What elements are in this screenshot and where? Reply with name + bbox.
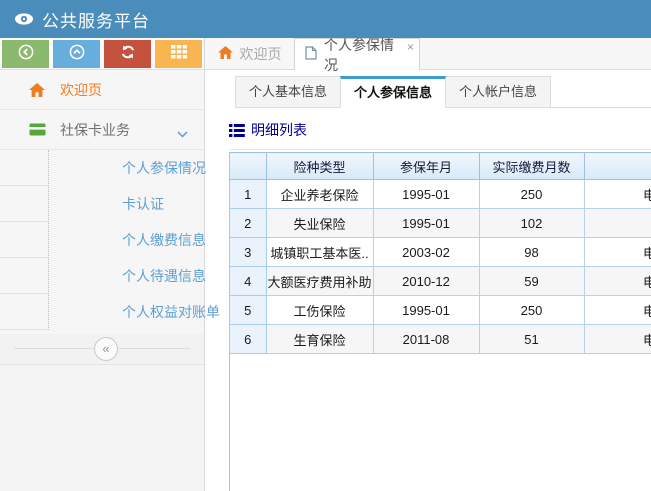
sidebar-item-insurance-status[interactable]: 个人参保情况 bbox=[0, 150, 204, 186]
insurance-table: 险种类型 参保年月 实际缴费月数 1 企业养老保险 1995-01 250 电 bbox=[230, 152, 651, 354]
card-icon bbox=[28, 123, 46, 136]
table-cell[interactable]: 1995-01 bbox=[373, 296, 479, 325]
top-tab-bar: 欢迎页 个人参保情况 × bbox=[205, 38, 651, 70]
chevron-down-icon bbox=[177, 125, 188, 141]
refresh-icon bbox=[120, 44, 136, 63]
table-cell[interactable]: 电 bbox=[584, 180, 651, 209]
table-row[interactable]: 1 企业养老保险 1995-01 250 电 bbox=[230, 180, 651, 209]
table-row[interactable]: 3 城镇职工基本医.. 2003-02 98 电 bbox=[230, 238, 651, 267]
table-cell[interactable]: 电 bbox=[584, 296, 651, 325]
detail-tab-bar: 个人基本信息 个人参保信息 个人帐户信息 bbox=[235, 75, 651, 108]
refresh-button[interactable] bbox=[104, 40, 151, 68]
table-cell[interactable]: 250 bbox=[479, 296, 584, 325]
home-icon bbox=[218, 46, 233, 62]
tab-label: 欢迎页 bbox=[240, 44, 282, 64]
home-icon bbox=[28, 83, 46, 97]
row-number-cell[interactable]: 2 bbox=[230, 209, 266, 238]
header-row-number bbox=[230, 153, 266, 180]
sidebar-collapse-button[interactable]: « bbox=[94, 337, 118, 361]
table-cell[interactable]: 102 bbox=[479, 209, 584, 238]
sidebar-toolbar bbox=[0, 38, 204, 70]
collapse-up-button[interactable] bbox=[53, 40, 100, 68]
sidebar-item-welcome[interactable]: 欢迎页 bbox=[0, 70, 204, 110]
sidebar-filler bbox=[0, 365, 204, 491]
tab-basic-info[interactable]: 个人基本信息 bbox=[235, 76, 341, 108]
sidebar: 欢迎页 社保卡业务 个人参保情况 卡认证 个人缴费信息 个人待遇信息 个人权益对… bbox=[0, 38, 205, 491]
tab-insurance-info[interactable]: 个人参保信息 bbox=[340, 76, 446, 108]
sidebar-item-card-auth[interactable]: 卡认证 bbox=[0, 186, 204, 222]
table-cell[interactable]: 59 bbox=[479, 267, 584, 296]
app-header: 公共服务平台 bbox=[0, 0, 651, 38]
tab-label: 个人参保信息 bbox=[354, 85, 432, 100]
table-cell[interactable]: 电 bbox=[584, 267, 651, 296]
eye-icon bbox=[14, 12, 34, 26]
row-number-cell[interactable]: 3 bbox=[230, 238, 266, 267]
sidebar-group-label: 社保卡业务 bbox=[60, 120, 130, 140]
tab-label: 个人帐户信息 bbox=[459, 84, 537, 99]
tab-label: 个人参保情况 bbox=[324, 38, 399, 75]
table-cell[interactable]: 1995-01 bbox=[373, 209, 479, 238]
table-cell[interactable]: 1995-01 bbox=[373, 180, 479, 209]
content-area: 欢迎页 个人参保情况 × 个人基本信息 个人参保信息 bbox=[205, 38, 651, 491]
table-cell[interactable] bbox=[584, 209, 651, 238]
row-number-cell[interactable]: 1 bbox=[230, 180, 266, 209]
table-cell[interactable]: 电 bbox=[584, 325, 651, 354]
datagrid-panel: 险种类型 参保年月 实际缴费月数 1 企业养老保险 1995-01 250 电 bbox=[229, 152, 651, 491]
row-number-cell[interactable]: 4 bbox=[230, 267, 266, 296]
row-number-cell[interactable]: 5 bbox=[230, 296, 266, 325]
sidebar-item-benefit-info[interactable]: 个人待遇信息 bbox=[0, 258, 204, 294]
table-cell[interactable]: 生育保险 bbox=[266, 325, 373, 354]
table-cell[interactable]: 企业养老保险 bbox=[266, 180, 373, 209]
tab-personal-insurance-status[interactable]: 个人参保情况 × bbox=[294, 38, 420, 70]
document-icon bbox=[305, 46, 317, 63]
circle-chevron-left-icon bbox=[18, 44, 34, 63]
table-row[interactable]: 5 工伤保险 1995-01 250 电 bbox=[230, 296, 651, 325]
sidebar-item-label: 欢迎页 bbox=[60, 80, 102, 100]
header-extra bbox=[584, 153, 651, 180]
section-title: 明细列表 bbox=[229, 119, 651, 141]
table-cell[interactable]: 大额医疗费用补助 bbox=[266, 267, 373, 296]
list-icon bbox=[229, 124, 245, 137]
table-cell[interactable]: 2011-08 bbox=[373, 325, 479, 354]
row-number-cell[interactable]: 6 bbox=[230, 325, 266, 354]
table-cell[interactable]: 电 bbox=[584, 238, 651, 267]
header-paid-months: 实际缴费月数 bbox=[479, 153, 584, 180]
tab-welcome-page[interactable]: 欢迎页 bbox=[205, 38, 294, 69]
table-row[interactable]: 6 生育保险 2011-08 51 电 bbox=[230, 325, 651, 354]
tab-account-info[interactable]: 个人帐户信息 bbox=[445, 76, 551, 108]
table-row[interactable]: 2 失业保险 1995-01 102 bbox=[230, 209, 651, 238]
close-icon[interactable]: × bbox=[407, 41, 414, 53]
grid-icon bbox=[171, 45, 187, 62]
table-cell[interactable]: 工伤保险 bbox=[266, 296, 373, 325]
sidebar-group-social-card[interactable]: 社保卡业务 bbox=[0, 110, 204, 150]
divider bbox=[229, 149, 651, 150]
header-enroll-month: 参保年月 bbox=[373, 153, 479, 180]
back-button[interactable] bbox=[2, 40, 49, 68]
table-cell[interactable]: 250 bbox=[479, 180, 584, 209]
table-cell[interactable]: 98 bbox=[479, 238, 584, 267]
table-header-row: 险种类型 参保年月 实际缴费月数 bbox=[230, 153, 651, 180]
table-cell[interactable]: 51 bbox=[479, 325, 584, 354]
sidebar-item-rights-statement[interactable]: 个人权益对账单 bbox=[0, 294, 204, 330]
sidebar-item-payment-info[interactable]: 个人缴费信息 bbox=[0, 222, 204, 258]
section-title-label: 明细列表 bbox=[251, 120, 307, 140]
circle-chevron-up-icon bbox=[69, 44, 85, 63]
app-title: 公共服务平台 bbox=[42, 7, 150, 32]
sidebar-submenu: 个人参保情况 卡认证 个人缴费信息 个人待遇信息 个人权益对账单 bbox=[0, 150, 204, 330]
table-cell[interactable]: 2003-02 bbox=[373, 238, 479, 267]
header-insurance-type: 险种类型 bbox=[266, 153, 373, 180]
tab-label: 个人基本信息 bbox=[249, 84, 327, 99]
table-cell[interactable]: 2010-12 bbox=[373, 267, 479, 296]
table-cell[interactable]: 失业保险 bbox=[266, 209, 373, 238]
table-row[interactable]: 4 大额医疗费用补助 2010-12 59 电 bbox=[230, 267, 651, 296]
table-cell[interactable]: 城镇职工基本医.. bbox=[266, 238, 373, 267]
sidebar-collapse-strip: « bbox=[0, 334, 204, 365]
modules-grid-button[interactable] bbox=[155, 40, 202, 68]
